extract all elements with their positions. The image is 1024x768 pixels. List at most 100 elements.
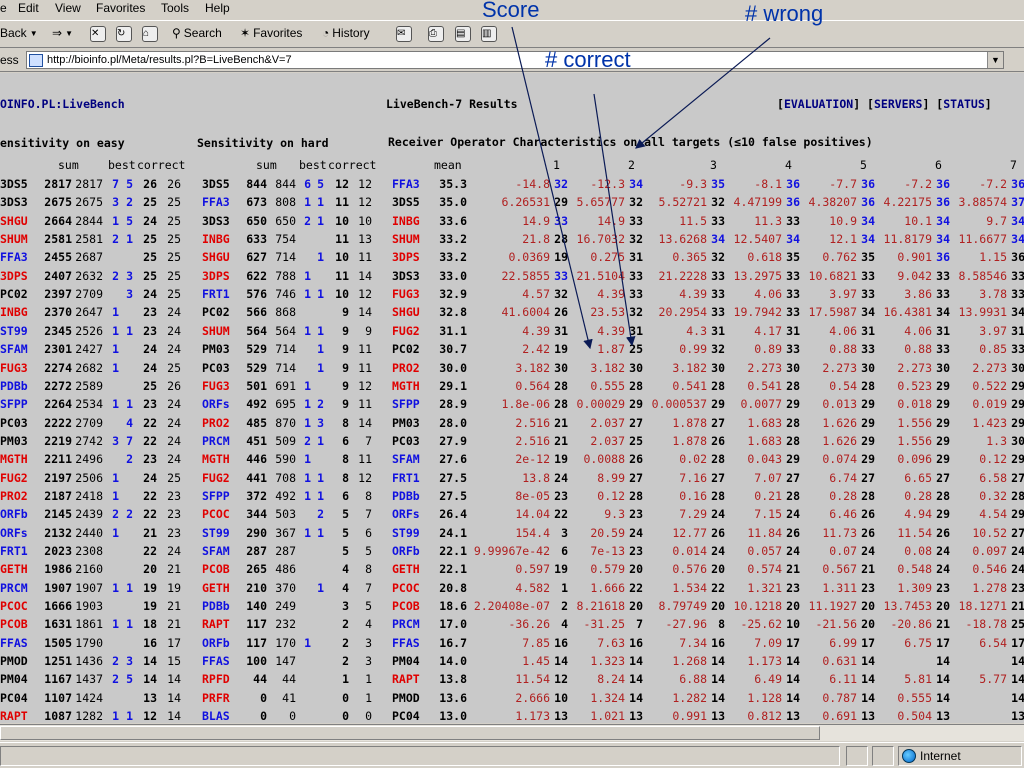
hard-title: Sensitivity on hard <box>197 136 329 150</box>
roc-score: 1.173 <box>515 709 550 723</box>
roc-score: 1.021 <box>590 709 625 723</box>
hard-correct-max: 0 <box>365 709 372 723</box>
nav-status[interactable]: STATUS <box>943 97 985 111</box>
roc-score: 1.423 <box>972 415 1007 430</box>
menu-favorites[interactable]: Favorites <box>96 1 145 15</box>
roc-correct-count: 32 <box>554 287 568 302</box>
easy-best-1: 2 <box>112 268 119 283</box>
roc-correct-count: 14 <box>554 654 568 669</box>
status-pane <box>872 746 894 766</box>
hard-best-1: 1 <box>304 525 311 540</box>
address-input[interactable]: http://bioinfo.pl/Meta/results.pl?B=Live… <box>26 51 1004 69</box>
search-button[interactable]: ⚲ Search <box>172 26 222 40</box>
hard-best-2: 1 <box>317 287 324 302</box>
roc-mean: 33.6 <box>439 213 467 228</box>
easy-correct-max: 23 <box>167 525 181 540</box>
roc-score: 10.52 <box>972 525 1007 540</box>
roc-correct-count: 28 <box>861 488 875 503</box>
horizontal-scrollbar[interactable] <box>0 724 1024 741</box>
easy-best-1: 7 <box>112 177 119 191</box>
roc-mean: 35.3 <box>439 177 467 191</box>
easy-sum: 2187 <box>44 488 72 503</box>
roc-correct-count: 32 <box>711 195 725 210</box>
chevron-down-icon[interactable]: ▼ <box>987 52 1003 68</box>
hard-best-1: 6 <box>304 177 311 191</box>
easy-sum-max: 1424 <box>75 690 103 705</box>
roc-score: 13.8 <box>522 470 550 485</box>
roc-correct-count: 10 <box>786 617 800 632</box>
scrollbar-thumb[interactable] <box>0 726 820 740</box>
roc-score: 6.26531 <box>501 195 550 210</box>
hard-server-name: SHGU <box>202 250 230 265</box>
forward-button[interactable]: ⇒ ▼ <box>52 26 73 40</box>
roc-correct-count: 35 <box>711 177 725 191</box>
roc-correct-count: 13 <box>554 709 568 723</box>
roc-score: 11.1927 <box>808 599 857 614</box>
roc-correct-count: 34 <box>1011 232 1024 247</box>
roc-score: 3.182 <box>672 360 707 375</box>
easy-best-1: 3 <box>112 433 119 448</box>
roc-correct-count: 33 <box>936 342 950 357</box>
menu-help[interactable]: Help <box>205 1 230 15</box>
roc-score: 0.12 <box>979 452 1007 467</box>
chevron-down-icon[interactable]: ▼ <box>30 29 38 38</box>
roc-server-name: SHUM <box>392 232 420 247</box>
roc-server-name: INBG <box>392 213 420 228</box>
easy-server-name: FUG2 <box>0 470 28 485</box>
edit-icon[interactable]: ▤ <box>455 26 471 42</box>
easy-best-1: 2 <box>112 654 119 669</box>
roc-mean: 33.2 <box>439 232 467 247</box>
menu-view[interactable]: View <box>55 1 81 15</box>
menu-file[interactable]: e <box>0 1 7 15</box>
hard-correct-max: 1 <box>365 672 372 687</box>
home-icon[interactable]: ⌂ <box>142 26 158 42</box>
roc-correct-count: 26 <box>861 525 875 540</box>
easy-best-1: 1 <box>112 617 119 632</box>
hard-sum-max: 746 <box>275 287 296 302</box>
history-button[interactable]: ◔ History <box>322 26 370 40</box>
favorites-button[interactable]: ✶ Favorites <box>240 26 302 40</box>
roc-score: 6.74 <box>829 470 857 485</box>
menu-tools[interactable]: Tools <box>161 1 189 15</box>
roc-server-name: PRCM <box>392 617 420 632</box>
hard-correct-max: 6 <box>365 525 372 540</box>
roc-correct-count: 21 <box>1011 599 1024 614</box>
hard-sum: 117 <box>246 617 267 632</box>
hard-best-2: 1 <box>317 488 324 503</box>
roc-mean: 16.7 <box>439 635 467 650</box>
easy-correct: 26 <box>143 177 157 191</box>
roc-mean: 26.4 <box>439 507 467 522</box>
roc-correct-count: 27 <box>711 415 725 430</box>
stop-icon[interactable]: ✕ <box>90 26 106 42</box>
hard-correct: 9 <box>342 305 349 320</box>
roc-mean: 17.0 <box>439 617 467 632</box>
nav-evaluation[interactable]: EVALUATION <box>784 97 853 111</box>
refresh-icon[interactable]: ↻ <box>116 26 132 42</box>
roc-correct-count: 29 <box>936 378 950 393</box>
roc-correct-count: 25 <box>629 433 643 448</box>
easy-correct: 25 <box>143 378 157 393</box>
print-icon[interactable]: ⎙ <box>428 26 444 42</box>
roc-correct-count: 29 <box>936 507 950 522</box>
chevron-down-icon[interactable]: ▼ <box>65 29 73 38</box>
roc-score: 0.522 <box>972 378 1007 393</box>
menu-edit[interactable]: Edit <box>18 1 39 15</box>
easy-correct-max: 17 <box>167 635 181 650</box>
site-link[interactable]: OINFO.PL:LiveBench <box>0 97 125 111</box>
back-button[interactable]: Back ▼ <box>0 26 38 40</box>
search-icon: ⚲ <box>172 26 181 40</box>
roc-correct-count: 14 <box>711 690 725 705</box>
roc-score: 7e-13 <box>590 544 625 558</box>
roc-mean: 13.8 <box>439 672 467 687</box>
discuss-icon[interactable]: ▥ <box>481 26 497 42</box>
roc-server-name: ORFb <box>392 544 420 558</box>
mail-icon[interactable]: ✉ <box>396 26 412 42</box>
roc-server-name: 3DS3 <box>392 268 420 283</box>
hard-server-name: RAPT <box>202 617 230 632</box>
roc-mean: 24.1 <box>439 525 467 540</box>
nav-servers[interactable]: SERVERS <box>874 97 922 111</box>
hard-correct-max: 11 <box>358 250 372 265</box>
hard-sum-max: 870 <box>275 415 296 430</box>
hard-sum: 265 <box>246 562 267 577</box>
roc-correct-count: 28 <box>786 488 800 503</box>
